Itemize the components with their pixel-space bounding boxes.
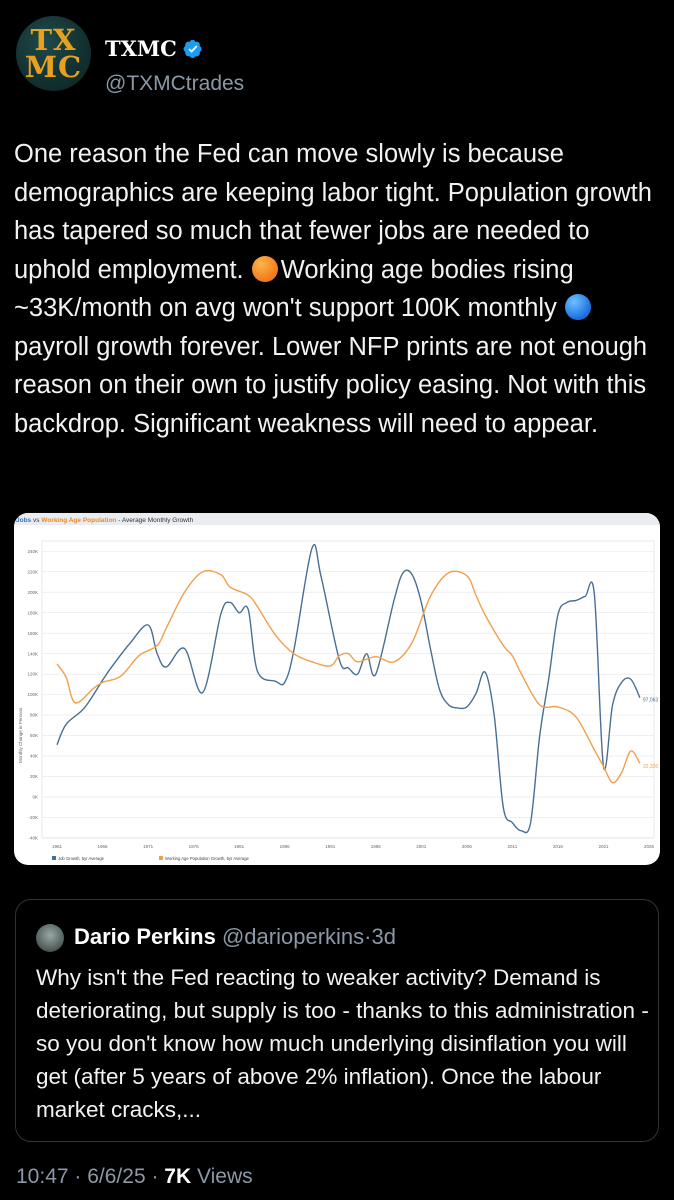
y-tick-label: 200K xyxy=(27,590,38,595)
tweet-text: One reason the Fed can move slowly is be… xyxy=(14,135,664,443)
x-tick-label: 2026 xyxy=(644,844,655,849)
footer-sep1: · xyxy=(68,1165,88,1188)
tweet-header: TX MC TXMC @TXMCtrades xyxy=(16,16,656,96)
y-tick-label: -20K xyxy=(28,815,38,820)
x-tick-label: 1986 xyxy=(280,844,291,849)
x-tick-label: 1996 xyxy=(371,844,382,849)
x-tick-label: 2001 xyxy=(416,844,427,849)
x-tick-label: 1971 xyxy=(143,844,154,849)
chart-title-rest: - Average Monthly Growth xyxy=(116,517,193,524)
tweet-time[interactable]: 10:47 xyxy=(16,1165,69,1188)
chart-ylabel: Monthly Change in Persons xyxy=(18,707,23,763)
y-tick-label: 100K xyxy=(27,692,38,697)
verified-badge-icon xyxy=(183,39,202,58)
y-tick-label: 240K xyxy=(27,549,38,554)
series-end-label: 97,063 xyxy=(643,698,659,704)
chart-image[interactable]: Jobs vs Working Age Population - Average… xyxy=(14,513,660,865)
population-growth-line xyxy=(56,569,641,784)
y-tick-label: 0K xyxy=(32,795,38,800)
x-tick-label: 1976 xyxy=(189,844,200,849)
orange-circle-icon xyxy=(251,255,278,282)
y-tick-label: 180K xyxy=(27,610,38,615)
chart-title-jobs: Jobs xyxy=(16,517,32,524)
x-tick-label: 2011 xyxy=(508,844,518,849)
legend-swatch xyxy=(52,856,56,860)
avatar-line2: MC xyxy=(24,49,83,84)
x-tick-label: 2006 xyxy=(462,844,473,849)
y-tick-label: 80K xyxy=(30,713,38,718)
y-tick-label: 220K xyxy=(27,569,38,574)
y-tick-label: 120K xyxy=(27,672,38,677)
y-tick-label: -40K xyxy=(28,836,38,841)
author-name[interactable]: TXMC xyxy=(105,36,177,61)
chart-title-pop: Working Age Population xyxy=(41,517,116,524)
x-tick-label: 1966 xyxy=(98,844,109,849)
author-avatar[interactable]: TX MC xyxy=(16,16,91,91)
quote-text: Why isn't the Fed reacting to weaker act… xyxy=(36,965,649,1122)
y-tick-label: 20K xyxy=(30,774,38,779)
author-handle[interactable]: @TXMCtrades xyxy=(105,72,244,96)
views-label: Views xyxy=(191,1165,253,1188)
svg-text:Jobs vs Working Age Population: Jobs vs Working Age Population - Average… xyxy=(16,517,194,524)
y-tick-label: 60K xyxy=(30,733,38,738)
plot-frame xyxy=(41,540,655,839)
x-tick-label: 2021 xyxy=(598,844,609,849)
footer-sep2: · xyxy=(145,1165,165,1188)
quote-author-handle[interactable]: @darioperkins xyxy=(222,924,364,949)
quote-time[interactable]: 3d xyxy=(371,924,395,949)
x-tick-label: 1991 xyxy=(325,844,336,849)
legend-label: Job Growth, 5yr Average xyxy=(58,856,105,861)
chart-title-sep: vs xyxy=(31,517,41,524)
job-growth-line xyxy=(56,544,641,834)
tweet-date[interactable]: 6/6/25 xyxy=(87,1165,145,1188)
legend-swatch xyxy=(159,856,163,860)
tweet-text-part3: payroll growth forever. Lower NFP prints… xyxy=(14,332,648,438)
chart-svg: Jobs vs Working Age Population - Average… xyxy=(14,513,660,861)
quoted-tweet[interactable]: Dario Perkins @darioperkins·3d Why isn't… xyxy=(15,899,659,1142)
y-tick-label: 40K xyxy=(30,754,38,759)
quote-header: Dario Perkins @darioperkins·3d xyxy=(74,924,396,950)
x-tick-label: 1961 xyxy=(52,844,63,849)
tweet-footer: 10:47 · 6/6/25 · 7K Views xyxy=(16,1165,253,1189)
blue-circle-icon xyxy=(564,294,591,320)
views-count[interactable]: 7K xyxy=(164,1165,191,1188)
x-tick-label: 1981 xyxy=(234,844,245,849)
y-tick-label: 140K xyxy=(27,651,38,656)
quote-author-avatar[interactable] xyxy=(36,924,64,952)
quote-author-name[interactable]: Dario Perkins xyxy=(74,924,216,949)
series-end-label: 32,326 xyxy=(643,764,659,770)
y-tick-label: 160K xyxy=(27,631,38,636)
legend-label: Working Age Population Growth, 5yr Avera… xyxy=(165,856,250,861)
x-tick-label: 2016 xyxy=(553,844,564,849)
